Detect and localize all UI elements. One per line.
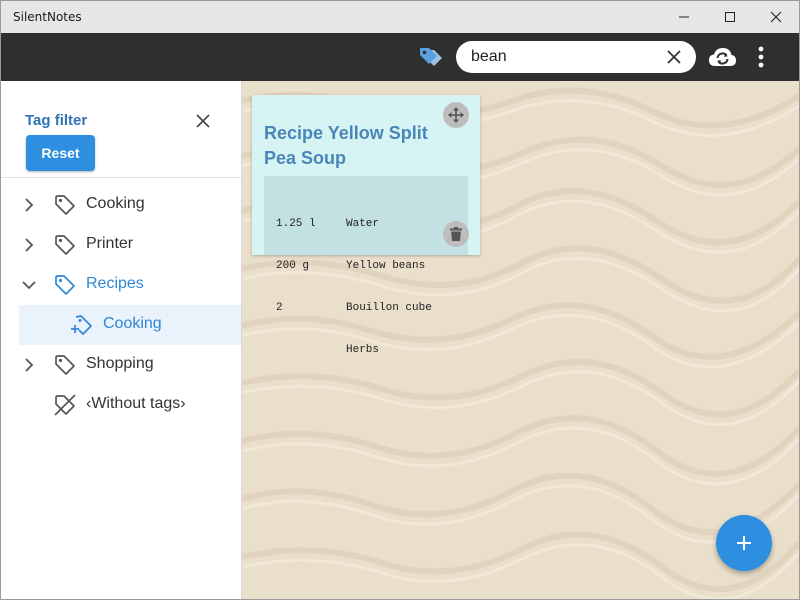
app-title: SilentNotes xyxy=(13,10,82,24)
tag-label: Recipes xyxy=(86,275,144,292)
tag-off-icon xyxy=(54,394,76,416)
close-icon xyxy=(770,11,782,23)
tag-item-cooking[interactable]: Cooking xyxy=(1,185,241,225)
app-window: SilentNotes bean Tag filter Reset Cookin… xyxy=(0,0,800,600)
tag-icon xyxy=(55,355,75,375)
tag-label: Printer xyxy=(86,235,134,252)
tag-label: ‹Without tags› xyxy=(86,395,186,412)
tag-add-icon xyxy=(71,315,92,335)
cloud-sync-icon xyxy=(709,48,736,66)
note-table: 1.25 l 200 g 2 Water Yellow beans Bouill… xyxy=(264,176,468,356)
search-input[interactable] xyxy=(471,46,651,68)
table-cell: 2 xyxy=(276,302,283,314)
tag-item-printer[interactable]: Printer xyxy=(1,225,241,265)
note-card[interactable]: Recipe Yellow Split Pea Soup 1.25 l 200 … xyxy=(252,95,480,356)
tag-label: Shopping xyxy=(86,355,154,372)
close-panel-icon[interactable] xyxy=(195,113,211,129)
chevron-right-icon[interactable] xyxy=(21,197,37,213)
tag-icon xyxy=(55,235,75,255)
close-window-button[interactable] xyxy=(753,1,799,33)
table-cell: 1.25 l xyxy=(276,218,316,230)
panel-title: Tag filter xyxy=(25,112,88,129)
add-note-button[interactable] xyxy=(716,515,772,571)
tag-label: Cooking xyxy=(86,195,145,212)
more-vert-icon xyxy=(758,46,764,68)
chevron-right-icon[interactable] xyxy=(21,357,37,373)
chevron-down-icon[interactable] xyxy=(21,277,37,293)
plus-icon xyxy=(737,536,751,550)
tag-item-recipes[interactable]: Recipes xyxy=(1,265,241,305)
tag-icon xyxy=(55,195,75,215)
toolbar xyxy=(1,33,799,81)
note-title: Recipe Yellow Split Pea Soup xyxy=(264,123,428,168)
maximize-button[interactable] xyxy=(707,1,753,33)
tags-icon xyxy=(420,48,442,66)
more-menu-button[interactable] xyxy=(751,43,771,71)
notes-board: Recipe Yellow Split Pea Soup 1.25 l 200 … xyxy=(242,81,799,599)
table-cell: Yellow beans xyxy=(346,260,426,272)
divider xyxy=(1,177,241,178)
table-cell: Water xyxy=(346,218,380,230)
chevron-right-icon[interactable] xyxy=(21,237,37,253)
tag-icon xyxy=(55,275,75,295)
table-cell: 200 g xyxy=(276,260,310,272)
table-cell: Bouillon cube xyxy=(346,302,432,314)
tag-item-shopping[interactable]: Shopping xyxy=(1,345,241,385)
reset-button[interactable]: Reset xyxy=(26,135,95,171)
minimize-button[interactable] xyxy=(661,1,707,33)
tag-label: Cooking xyxy=(103,315,162,332)
trash-icon xyxy=(450,227,462,241)
table-cell: Herbs xyxy=(346,344,380,356)
title-bar: SilentNotes xyxy=(1,1,799,33)
minimize-icon xyxy=(679,16,689,18)
clear-search-icon[interactable] xyxy=(666,49,682,65)
item-column: Water Yellow beans Bouillon cube Herbs xyxy=(346,189,432,385)
sync-button[interactable] xyxy=(705,43,739,71)
tag-item-recipes-cooking[interactable]: Cooking xyxy=(19,305,241,345)
tag-item-without-tags[interactable]: ‹Without tags› xyxy=(1,385,241,425)
tag-filter-button[interactable] xyxy=(413,43,445,71)
tag-filter-panel: Tag filter Reset Cooking Printer Recipes… xyxy=(1,81,242,599)
search-box xyxy=(456,41,696,73)
maximize-icon xyxy=(725,12,735,22)
quantity-column: 1.25 l 200 g 2 xyxy=(276,189,342,343)
delete-note-button[interactable] xyxy=(443,221,469,247)
